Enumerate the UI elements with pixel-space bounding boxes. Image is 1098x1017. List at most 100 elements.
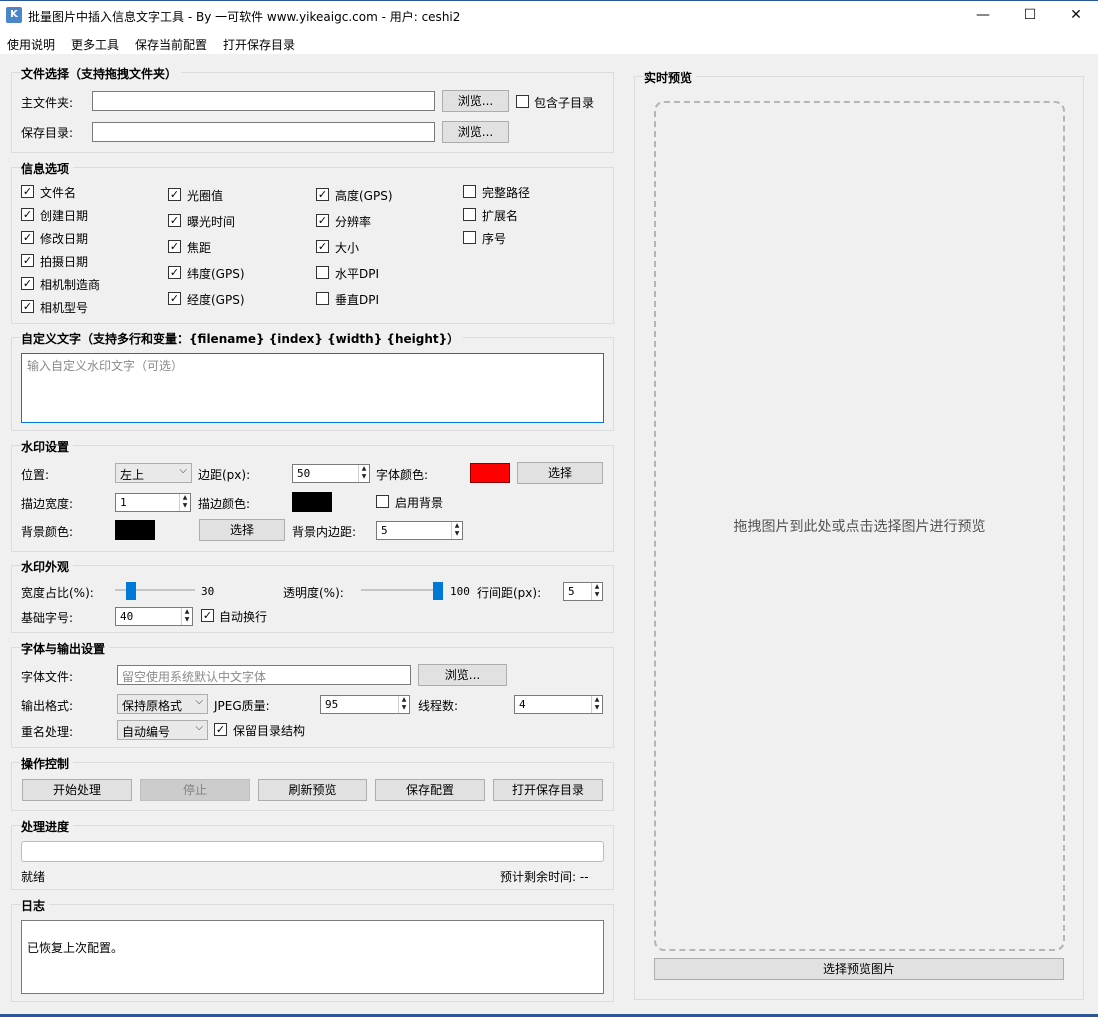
info-option-label: 经度(GPS) [187, 293, 245, 307]
info-option-checkbox[interactable]: ✓ [168, 188, 181, 201]
menu-open-save-dir[interactable]: 打开保存目录 [223, 36, 295, 53]
info-option-checkbox[interactable]: ✓ [21, 254, 34, 267]
margin-value: 50 [297, 467, 311, 480]
opacity-slider-track[interactable] [361, 589, 443, 591]
info-option-checkbox[interactable]: ✓ [316, 240, 329, 253]
stop-button[interactable]: 停止 [140, 779, 250, 801]
open-save-dir-button[interactable]: 打开保存目录 [493, 779, 603, 801]
info-option-checkbox[interactable] [463, 231, 476, 244]
width-ratio-slider-thumb[interactable] [126, 582, 136, 600]
custom-text-placeholder: 输入自定义水印文字（可选） [27, 359, 184, 373]
status-text: 就绪 [21, 870, 46, 884]
position-select[interactable]: 左上 ⌵ [115, 463, 192, 483]
threads-spinbox[interactable]: 4 ▲ ▼ [514, 695, 603, 714]
spin-arrows-icon[interactable]: ▲ ▼ [181, 608, 192, 625]
bg-color-select-button[interactable]: 选择 [199, 519, 285, 541]
spin-arrows-icon[interactable]: ▲ ▼ [591, 583, 602, 600]
info-option-checkbox[interactable]: ✓ [21, 300, 34, 313]
info-option-label: 序号 [482, 232, 507, 246]
progress-bar [21, 841, 604, 862]
font-file-browse-button[interactable]: 浏览... [418, 664, 507, 686]
info-option-checkbox[interactable]: ✓ [21, 277, 34, 290]
keep-structure-checkbox[interactable]: ✓ [214, 723, 227, 736]
info-option-label: 相机型号 [40, 301, 89, 315]
select-preview-image-button[interactable]: 选择预览图片 [654, 958, 1064, 980]
info-option-label: 相机制造商 [40, 278, 101, 292]
auto-wrap-checkbox[interactable]: ✓ [201, 609, 214, 622]
spin-arrows-icon[interactable]: ▲ ▼ [398, 696, 409, 713]
stroke-width-spinbox[interactable]: 1 ▲ ▼ [115, 493, 191, 512]
menu-save-config[interactable]: 保存当前配置 [135, 36, 207, 53]
main-folder-browse-button[interactable]: 浏览... [442, 90, 509, 112]
opacity-slider-thumb[interactable] [433, 582, 443, 600]
info-option-checkbox[interactable]: ✓ [168, 292, 181, 305]
font-color-select-button[interactable]: 选择 [517, 462, 603, 484]
log-textarea[interactable]: 已恢复上次配置。 [21, 920, 604, 994]
info-option-checkbox[interactable] [316, 292, 329, 305]
main-folder-input[interactable] [92, 91, 435, 111]
format-select[interactable]: 保持原格式 ⌵ [117, 694, 208, 714]
start-button[interactable]: 开始处理 [22, 779, 132, 801]
jpeg-quality-spinbox[interactable]: 95 ▲ ▼ [320, 695, 410, 714]
log-title: 日志 [21, 897, 50, 914]
info-option-label: 纬度(GPS) [187, 267, 245, 281]
info-option-checkbox[interactable]: ✓ [316, 188, 329, 201]
menu-more-tools[interactable]: 更多工具 [71, 36, 119, 53]
app-icon: K [6, 7, 22, 23]
preview-title: 实时预览 [644, 69, 697, 86]
chevron-down-icon: ⌵ [195, 722, 203, 733]
base-font-spinbox[interactable]: 40 ▲ ▼ [115, 607, 193, 626]
info-option-checkbox[interactable]: ✓ [316, 214, 329, 227]
margin-spinbox[interactable]: 50 ▲ ▼ [292, 464, 370, 483]
spin-arrows-icon[interactable]: ▲ ▼ [358, 465, 369, 482]
save-dir-label: 保存目录: [21, 126, 74, 140]
info-option-checkbox[interactable] [463, 185, 476, 198]
info-option-checkbox[interactable]: ✓ [168, 214, 181, 227]
window-title: 批量图片中插入信息文字工具 - By 一可软件 www.yikeaigc.com… [28, 10, 461, 24]
info-option-checkbox[interactable]: ✓ [21, 231, 34, 244]
progress-title: 处理进度 [21, 818, 74, 835]
maximize-button[interactable]: ☐ [1007, 0, 1053, 31]
info-option-checkbox[interactable]: ✓ [168, 240, 181, 253]
font-file-label: 字体文件: [21, 670, 74, 684]
include-subdir-checkbox[interactable] [516, 95, 529, 108]
width-ratio-value: 30 [201, 585, 215, 598]
close-button[interactable]: ✕ [1053, 0, 1098, 31]
info-option-label: 光圈值 [187, 189, 224, 203]
spin-arrows-icon[interactable]: ▲ ▼ [451, 522, 462, 539]
spin-arrows-icon[interactable]: ▲ ▼ [179, 494, 190, 511]
save-dir-browse-button[interactable]: 浏览... [442, 121, 509, 143]
stroke-color-label: 描边颜色: [198, 497, 251, 511]
font-file-input[interactable]: 留空使用系统默认中文字体 [117, 665, 411, 685]
format-value: 保持原格式 [122, 699, 183, 713]
info-option-checkbox[interactable] [316, 266, 329, 279]
line-spacing-spinbox[interactable]: 5 ▲ ▼ [563, 582, 603, 601]
jpeg-quality-value: 95 [325, 698, 339, 711]
save-dir-input[interactable] [92, 122, 435, 142]
spin-arrows-icon[interactable]: ▲ ▼ [591, 696, 602, 713]
rename-select[interactable]: 自动编号 ⌵ [117, 720, 208, 740]
info-option-checkbox[interactable] [463, 208, 476, 221]
save-config-button[interactable]: 保存配置 [375, 779, 485, 801]
info-option-checkbox[interactable]: ✓ [21, 208, 34, 221]
minimize-button[interactable]: — [960, 0, 1006, 31]
position-value: 左上 [120, 468, 145, 482]
threads-value: 4 [519, 698, 526, 711]
menu-help[interactable]: 使用说明 [7, 36, 55, 53]
refresh-preview-button[interactable]: 刷新预览 [258, 779, 367, 801]
info-option-checkbox[interactable]: ✓ [21, 185, 34, 198]
font-file-placeholder: 留空使用系统默认中文字体 [122, 670, 267, 684]
info-option-checkbox[interactable]: ✓ [168, 266, 181, 279]
stroke-width-label: 描边宽度: [21, 497, 74, 511]
bg-padding-value: 5 [381, 524, 388, 537]
jpeg-quality-label: JPEG质量: [214, 699, 270, 713]
info-option-label: 分辨率 [335, 215, 372, 229]
info-option-label: 完整路径 [482, 186, 531, 200]
line-spacing-label: 行间距(px): [477, 586, 542, 600]
bg-padding-spinbox[interactable]: 5 ▲ ▼ [376, 521, 463, 540]
file-select-title: 文件选择（支持拖拽文件夹） [21, 65, 182, 82]
base-font-value: 40 [120, 610, 134, 623]
enable-bg-checkbox[interactable] [376, 495, 389, 508]
rename-label: 重名处理: [21, 725, 74, 739]
custom-text-textarea[interactable]: 输入自定义水印文字（可选） [21, 353, 604, 423]
